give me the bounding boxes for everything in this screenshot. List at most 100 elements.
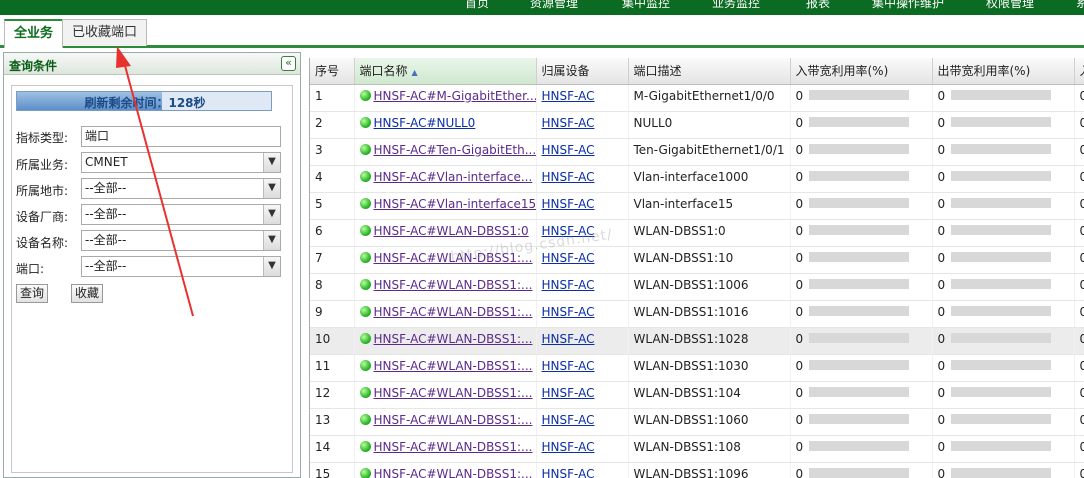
nav-item-business-monitoring[interactable]: 业务监控: [712, 0, 760, 11]
port-name-link[interactable]: HNSF-AC#WLAN-DBSS1:...: [374, 413, 533, 427]
table-row[interactable]: 6 HNSF-AC#WLAN-DBSS1:0 HNSF-AC WLAN-DBSS1:0…: [310, 219, 1084, 247]
device-link[interactable]: HNSF-AC: [542, 89, 595, 103]
port-table: 序号 端口名称▲ 归属设备 端口描述 入带宽利用率(%) 出带宽利用率(%) 入…: [310, 58, 1084, 478]
out-util-cell: 0: [932, 435, 1075, 463]
port-name-link[interactable]: HNSF-AC#WLAN-DBSS1:...: [374, 386, 533, 400]
table-row[interactable]: 7 HNSF-AC#WLAN-DBSS1:... HNSF-AC WLAN-DBSS1…: [310, 246, 1084, 274]
port-name-link[interactable]: HNSF-AC#WLAN-DBSS1:...: [374, 332, 533, 346]
in-util-bar: [809, 170, 910, 181]
table-row[interactable]: 3 HNSF-AC#Ten-GigabitEth... HNSF-AC Ten-Gig…: [310, 138, 1084, 166]
col-header-in-more[interactable]: 入: [1074, 58, 1084, 85]
table-row[interactable]: 15 HNSF-AC#WLAN-DBSS1:... HNSF-AC WLAN-DBSS…: [310, 462, 1084, 478]
row-index: 12: [310, 381, 355, 409]
device-link[interactable]: HNSF-AC: [542, 332, 595, 346]
business-select[interactable]: CMNET ▼: [81, 152, 281, 173]
in-util-bar: [809, 89, 910, 100]
port-name-link[interactable]: HNSF-AC#WLAN-DBSS1:...: [374, 305, 533, 319]
in-util-cell: 0: [790, 219, 933, 247]
chevron-down-icon[interactable]: ▼: [263, 205, 280, 224]
device-select[interactable]: --全部-- ▼: [81, 230, 281, 251]
port-name-link[interactable]: HNSF-AC#Vlan-interface...: [374, 170, 533, 184]
nav-item-permissions[interactable]: 权限管理: [986, 0, 1034, 11]
chevron-down-icon[interactable]: ▼: [263, 153, 280, 172]
table-row[interactable]: 9 HNSF-AC#WLAN-DBSS1:... HNSF-AC WLAN-DBSS1…: [310, 300, 1084, 328]
status-online-icon: [359, 305, 371, 317]
nav-item-operations[interactable]: 集中操作维护: [872, 0, 944, 11]
table-row[interactable]: 2 HNSF-AC#NULL0 HNSF-AC NULL0 0 0 0: [310, 111, 1084, 139]
col-header-port-desc[interactable]: 端口描述: [628, 58, 791, 85]
device-link[interactable]: HNSF-AC: [542, 413, 595, 427]
table-row[interactable]: 5 HNSF-AC#Vlan-interface15 HNSF-AC Vlan-int…: [310, 192, 1084, 220]
table-row[interactable]: 4 HNSF-AC#Vlan-interface... HNSF-AC Vlan-in…: [310, 165, 1084, 193]
table-row[interactable]: 11 HNSF-AC#WLAN-DBSS1:... HNSF-AC WLAN-DBSS…: [310, 354, 1084, 382]
device-cell: HNSF-AC: [536, 354, 629, 382]
port-name-link[interactable]: HNSF-AC#NULL0: [374, 116, 476, 130]
table-row[interactable]: 1 HNSF-AC#M-GigabitEther... HNSF-AC M-Gigab…: [310, 84, 1084, 112]
favorite-button[interactable]: 收藏: [71, 284, 104, 303]
in-util-value: 0: [795, 331, 804, 346]
vendor-select[interactable]: --全部-- ▼: [81, 204, 281, 225]
table-row[interactable]: 13 HNSF-AC#WLAN-DBSS1:... HNSF-AC WLAN-DBSS…: [310, 408, 1084, 436]
extra-cell: 0: [1074, 408, 1084, 436]
device-link[interactable]: HNSF-AC: [542, 440, 595, 454]
out-util-value: 0: [937, 196, 946, 211]
col-header-out-util[interactable]: 出带宽利用率(%): [932, 58, 1075, 85]
collapse-left-icon[interactable]: «: [281, 56, 296, 71]
device-link[interactable]: HNSF-AC: [542, 143, 595, 157]
query-button[interactable]: 查询: [16, 284, 49, 303]
out-util-value: 0: [937, 358, 946, 373]
nav-item-resources[interactable]: 资源管理: [530, 0, 578, 11]
col-header-in-util[interactable]: 入带宽利用率(%): [790, 58, 933, 85]
port-name-link[interactable]: HNSF-AC#M-GigabitEther...: [374, 89, 536, 103]
metric-type-input[interactable]: 端口: [81, 126, 281, 147]
region-select[interactable]: --全部-- ▼: [81, 178, 281, 199]
port-name-link[interactable]: HNSF-AC#WLAN-DBSS1:...: [374, 440, 533, 454]
port-name-link[interactable]: HNSF-AC#WLAN-DBSS1:0: [374, 224, 529, 238]
in-util-value: 0: [795, 385, 804, 400]
device-link[interactable]: HNSF-AC: [542, 305, 595, 319]
nav-item-reports[interactable]: 报表: [806, 0, 830, 11]
device-link[interactable]: HNSF-AC: [542, 278, 595, 292]
table-row[interactable]: 14 HNSF-AC#WLAN-DBSS1:... HNSF-AC WLAN-DBSS…: [310, 435, 1084, 463]
region-value: --全部--: [85, 181, 127, 195]
device-link[interactable]: HNSF-AC: [542, 386, 595, 400]
nav-item-system[interactable]: 系: [1076, 0, 1084, 11]
out-util-value: 0: [937, 439, 946, 454]
device-link[interactable]: HNSF-AC: [542, 251, 595, 265]
out-util-bar: [951, 413, 1052, 424]
col-header-port-name[interactable]: 端口名称 ▲: [354, 58, 537, 85]
port-name-link[interactable]: HNSF-AC#WLAN-DBSS1:...: [374, 359, 533, 373]
col-header-index[interactable]: 序号: [310, 58, 355, 85]
device-link[interactable]: HNSF-AC: [542, 359, 595, 373]
tab-all-business[interactable]: 全业务: [4, 19, 64, 48]
device-link[interactable]: HNSF-AC: [542, 170, 595, 184]
out-util-bar: [951, 359, 1052, 370]
port-desc-cell: WLAN-DBSS1:1028: [628, 327, 791, 355]
chevron-down-icon[interactable]: ▼: [263, 179, 280, 198]
port-name-link[interactable]: HNSF-AC#WLAN-DBSS1:...: [374, 278, 533, 292]
port-name-link[interactable]: HNSF-AC#Vlan-interface15: [374, 197, 536, 211]
port-desc-cell: WLAN-DBSS1:108: [628, 435, 791, 463]
chevron-down-icon[interactable]: ▼: [263, 231, 280, 250]
extra-value: 0: [1080, 359, 1084, 373]
device-link[interactable]: HNSF-AC: [542, 467, 595, 478]
device-link[interactable]: HNSF-AC: [542, 197, 595, 211]
chevron-down-icon[interactable]: ▼: [263, 257, 280, 276]
in-util-value: 0: [795, 304, 804, 319]
tab-favorite-ports[interactable]: 已收藏端口: [62, 19, 148, 46]
col-header-device[interactable]: 归属设备: [536, 58, 629, 85]
nav-item-home[interactable]: 首页: [465, 0, 489, 11]
table-row[interactable]: 8 HNSF-AC#WLAN-DBSS1:... HNSF-AC WLAN-DBSS1…: [310, 273, 1084, 301]
table-row[interactable]: 12 HNSF-AC#WLAN-DBSS1:... HNSF-AC WLAN-DBSS…: [310, 381, 1084, 409]
extra-value: 0: [1080, 386, 1084, 400]
table-row[interactable]: 10 HNSF-AC#WLAN-DBSS1:... HNSF-AC WLAN-DBSS…: [310, 327, 1084, 355]
device-link[interactable]: HNSF-AC: [542, 116, 595, 130]
query-form: 刷新剩余时间：128秒 指标类型: 端口 所属业务: CMNET ▼ 所属地市: …: [11, 85, 293, 473]
port-select[interactable]: --全部-- ▼: [81, 256, 281, 277]
business-label: 所属业务:: [16, 158, 69, 172]
in-util-bar: [809, 386, 910, 397]
port-name-link[interactable]: HNSF-AC#Ten-GigabitEth...: [374, 143, 536, 157]
in-util-bar: [809, 305, 910, 316]
port-name-link[interactable]: HNSF-AC#WLAN-DBSS1:...: [374, 467, 533, 478]
nav-item-monitoring[interactable]: 集中监控: [622, 0, 670, 11]
